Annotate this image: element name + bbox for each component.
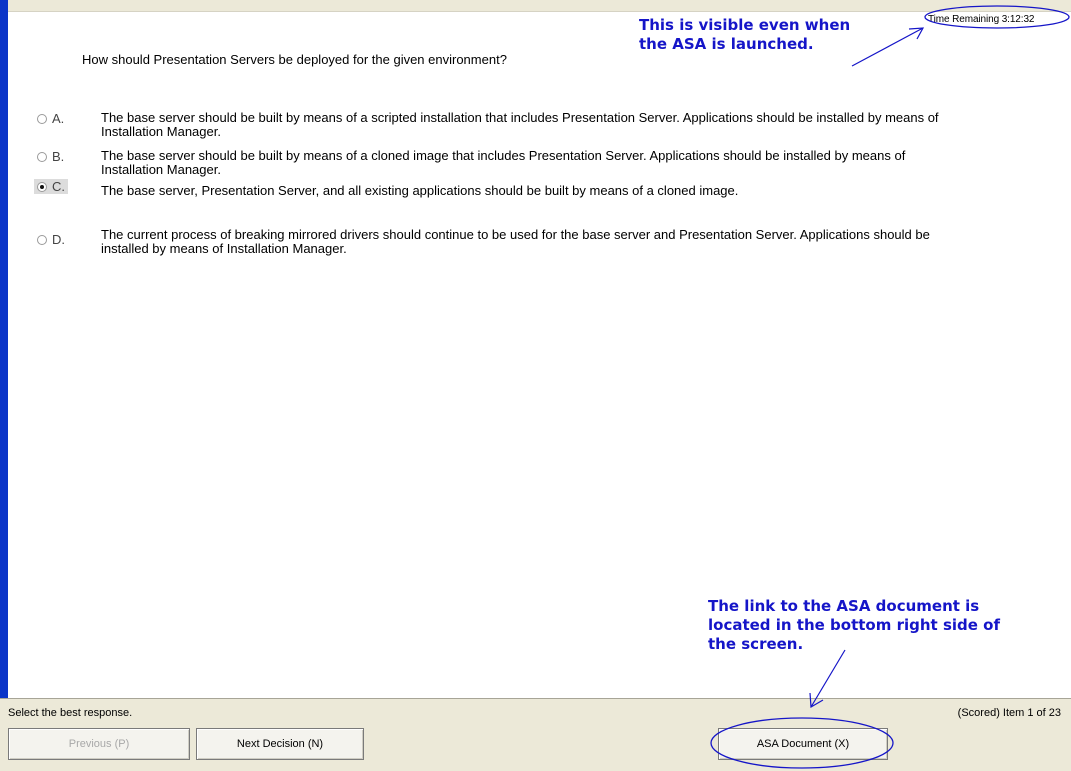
option-b-text: The base server should be built by means… (101, 148, 906, 177)
annotation-top: This is visible even when the ASA is lau… (639, 16, 851, 53)
option-b-select[interactable]: B. (34, 149, 67, 164)
option-b-letter: B. (52, 149, 65, 164)
next-decision-button[interactable]: Next Decision (N) (196, 728, 364, 760)
option-d-letter: D. (52, 232, 65, 247)
option-a-radio-icon[interactable] (37, 113, 47, 124)
footer-bar: Select the best response. (Scored) Item … (0, 698, 1071, 771)
top-arrow-head-icon (908, 27, 925, 40)
window-left-edge (0, 0, 8, 698)
annotation-bottom: The link to the ASA document is located … (708, 597, 1000, 653)
time-remaining: Time Remaining 3:12:32 (928, 14, 1035, 25)
option-c-select[interactable]: C. (34, 179, 68, 194)
option-a-text: The base server should be built by means… (101, 110, 939, 139)
asa-document-button[interactable]: ASA Document (X) (718, 728, 888, 760)
option-c-text: The base server, Presentation Server, an… (101, 183, 739, 198)
previous-button[interactable]: Previous (P) (8, 728, 190, 760)
option-a-select[interactable]: A. (34, 111, 67, 126)
instruction-text: Select the best response. (8, 707, 133, 719)
option-c-radio-icon[interactable] (37, 181, 47, 192)
option-c-letter: C. (52, 179, 65, 194)
option-a-letter: A. (52, 111, 65, 126)
option-b-radio-icon[interactable] (37, 151, 47, 162)
option-d-radio-icon[interactable] (37, 234, 47, 245)
option-d-text: The current process of breaking mirrored… (101, 227, 930, 256)
top-band (8, 0, 1071, 12)
item-status: (Scored) Item 1 of 23 (957, 707, 1061, 719)
option-d-select[interactable]: D. (34, 232, 68, 247)
question-text: How should Presentation Servers be deplo… (82, 52, 507, 67)
top-arrow-line (851, 27, 924, 67)
